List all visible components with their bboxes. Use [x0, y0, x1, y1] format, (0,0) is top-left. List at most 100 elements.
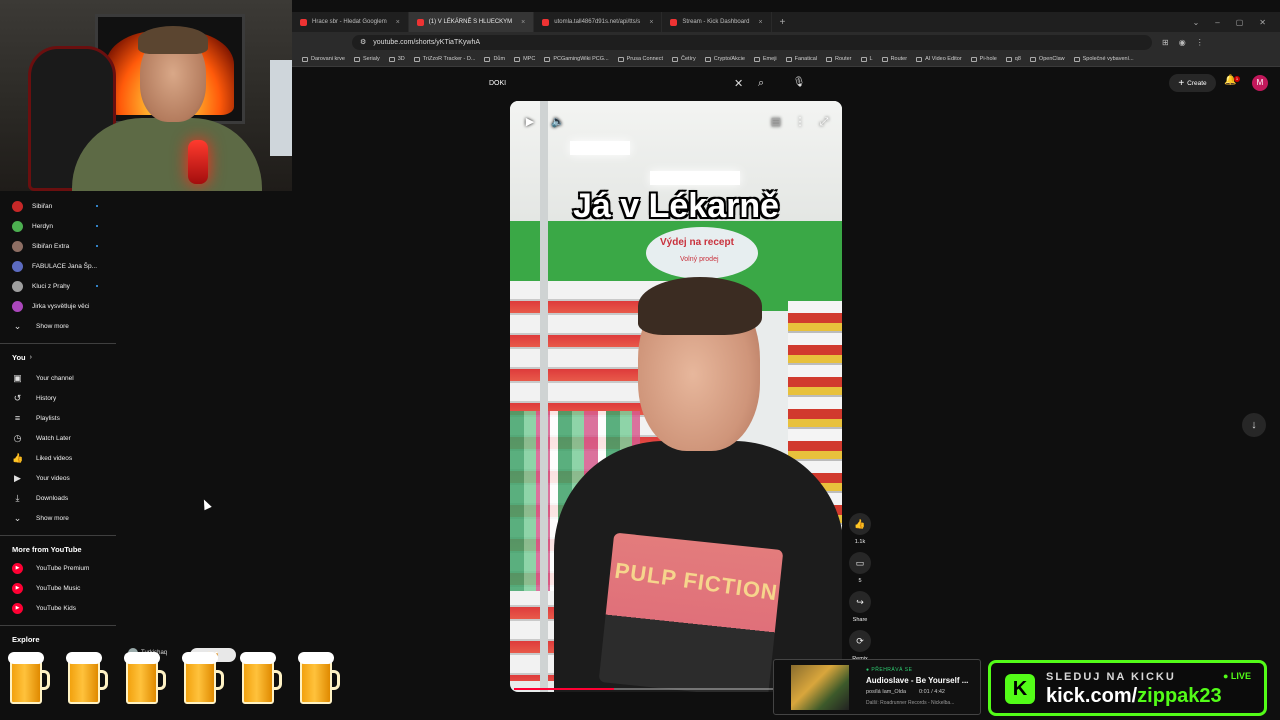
captions-icon[interactable]: ▤ [766, 113, 786, 131]
omnibox[interactable]: ⚙ youtube.com/shorts/yKTiaTKywhA [352, 34, 1152, 50]
subscription-item[interactable]: Kluci z Prahy [0, 276, 116, 296]
sidebar-item-watch-later[interactable]: ◷ Watch Later [0, 428, 116, 448]
chevron-down-icon[interactable]: ⌄ [1193, 18, 1200, 27]
search-bar[interactable]: DOKI ✕ ⌕ [482, 73, 779, 93]
bookmark-item[interactable]: OpenClaw [1029, 56, 1065, 62]
more-options-icon[interactable]: ⋮ [790, 113, 810, 131]
next-video-arrow-icon[interactable]: ↓ [1242, 413, 1266, 437]
bookmark-item[interactable]: q8 [1005, 56, 1021, 62]
sidebar-item-youtube-kids[interactable]: ▶ YouTube Kids [0, 598, 116, 618]
volume-icon[interactable]: 🔈 [548, 113, 568, 131]
sidebar-item-downloads[interactable]: ⤓ Downloads [0, 488, 116, 508]
show-more-subscriptions[interactable]: ⌄ Show more [0, 316, 116, 336]
subscription-item[interactable]: Herdyn [0, 216, 116, 236]
folder-icon [825, 56, 832, 62]
extensions-icon[interactable]: ⊞ [1162, 38, 1169, 47]
bookmark-item[interactable]: Emeji [753, 56, 777, 62]
subscription-item[interactable]: Jirka vysvětluje věci [0, 296, 116, 316]
shirt-print [598, 532, 784, 692]
bookmark-item[interactable]: Četíry [672, 56, 696, 62]
kick-logo-icon: K [1005, 674, 1035, 704]
sidebar-item-your-channel[interactable]: ▣ Your channel [0, 368, 116, 388]
site-info-icon[interactable]: ⚙ [360, 38, 366, 46]
search-input[interactable]: DOKI [489, 80, 506, 87]
remix-icon[interactable]: ⟳ [849, 630, 871, 652]
play-icon[interactable]: ▶ [520, 113, 540, 131]
menu-icon[interactable]: ⋮ [1196, 38, 1204, 47]
close-tab-icon[interactable]: × [758, 19, 762, 26]
bookmark-item[interactable]: Fanatical [785, 56, 817, 62]
show-more-you[interactable]: ⌄ Show more [0, 508, 116, 528]
sidebar-item-liked-videos[interactable]: 👍 Liked videos [0, 448, 116, 468]
short-video-player[interactable]: Výdej na recept Volný prodej PULP FICTIO… [510, 101, 842, 692]
subscription-item[interactable]: FABULACE Jana Šp... [0, 256, 116, 276]
subscription-item[interactable]: Sibiřan [0, 196, 116, 216]
bookmark-item[interactable]: Dům [484, 56, 505, 62]
like-icon[interactable]: 👍 [849, 513, 871, 535]
account-avatar[interactable]: M [1252, 75, 1268, 91]
ceiling-light [570, 141, 630, 155]
folder-icon [302, 56, 308, 62]
mouse-cursor-icon [200, 497, 212, 511]
youtube-logo-icon: ▶ [12, 582, 23, 594]
channel-avatar [12, 220, 23, 232]
maximize-icon[interactable]: ▢ [1236, 18, 1244, 27]
beer-mug-icon [298, 650, 340, 706]
browser-tab[interactable]: utomla.tall4867d91s.net/api/tts/s × [534, 12, 663, 32]
close-window-icon[interactable]: ✕ [1259, 18, 1266, 27]
now-playing-widget: ● PŘEHRÁVÁ SE Audioslave - Be Yourself .… [773, 659, 981, 715]
folder-icon [1005, 56, 1012, 62]
bookmark-item[interactable]: AI Video Editor [916, 56, 962, 62]
bookmark-item[interactable]: PCGamingWiki PCG... [544, 56, 609, 62]
sidebar-item-history[interactable]: ↺ History [0, 388, 116, 408]
sidebar-item-your-videos[interactable]: ▶ Your videos [0, 468, 116, 488]
comment-icon[interactable]: ▭ [849, 552, 871, 574]
playlists-icon: ≡ [14, 412, 21, 423]
clear-search-icon[interactable]: ✕ [734, 77, 743, 90]
bookmark-item[interactable]: Serialy [353, 56, 380, 62]
now-playing-label: ● PŘEHRÁVÁ SE [866, 667, 913, 673]
live-badge: ● LIVE [1223, 671, 1251, 681]
fullscreen-icon[interactable]: ⤢ [814, 113, 834, 131]
search-icon[interactable]: ⌕ [758, 77, 764, 90]
sidebar-item-youtube-music[interactable]: ▶ YouTube Music [0, 578, 116, 598]
subscription-item[interactable]: Sibiřan Extra [0, 236, 116, 256]
you-section-header[interactable]: You › [0, 353, 116, 362]
bookmark-item[interactable]: Router [881, 56, 907, 62]
like-count: 1.1k [854, 539, 866, 545]
browser-tab[interactable]: (1) V LÉKÁRNĚ S HLUECKYM × [408, 12, 535, 32]
bookmark-item[interactable]: Darovani krve [302, 56, 345, 62]
beer-mug-icon [182, 650, 224, 706]
share-icon[interactable]: ↪ [849, 591, 871, 613]
profile-icon[interactable]: ◉ [1179, 38, 1186, 47]
create-button[interactable]: + Create [1169, 74, 1216, 92]
bookmark-item[interactable]: Společné vybavení... [1073, 56, 1134, 62]
bookmarks-bar: Darovani krve Serialy 3D TriZzoR Tracker - … [292, 52, 1280, 67]
plus-icon: + [1178, 77, 1185, 89]
bookmark-item[interactable]: Prusa Connect [617, 56, 663, 62]
youtube-logo-icon: ▶ [12, 562, 23, 574]
bookmark-item[interactable]: Router [825, 56, 852, 62]
close-tab-icon[interactable]: × [521, 19, 525, 26]
microphone-icon[interactable]: 🎙 [790, 74, 808, 92]
notification-badge: 1 [1234, 76, 1240, 82]
folder-icon [514, 56, 521, 62]
folder-icon [916, 56, 923, 62]
browser-tab[interactable]: Hrace sbr - Hledat Googlem × [292, 12, 409, 32]
close-tab-icon[interactable]: × [396, 19, 400, 26]
bookmark-item[interactable]: Pi-hole [970, 56, 997, 62]
new-tab-icon[interactable]: + [772, 17, 794, 28]
bookmark-item[interactable]: L [860, 56, 873, 62]
sidebar-item-playlists[interactable]: ≡ Playlists [0, 408, 116, 428]
liked-videos-icon: 👍 [12, 452, 24, 463]
bookmark-item[interactable]: Crypto/Akcie [704, 56, 745, 62]
bookmark-item[interactable]: TriZzoR Tracker - D... [413, 56, 475, 62]
bookmark-item[interactable]: 3D [388, 56, 405, 62]
bookmark-item[interactable]: MPC [514, 56, 535, 62]
comment-count: 5 [858, 578, 862, 584]
close-tab-icon[interactable]: × [649, 19, 653, 26]
sidebar-item-youtube-premium[interactable]: ▶ YouTube Premium [0, 558, 116, 578]
browser-tab[interactable]: Stream - Kick Dashboard × [662, 12, 772, 32]
minimize-icon[interactable]: – [1215, 18, 1219, 27]
extension-icons: ⊞ ◉ ⋮ [1162, 38, 1204, 47]
